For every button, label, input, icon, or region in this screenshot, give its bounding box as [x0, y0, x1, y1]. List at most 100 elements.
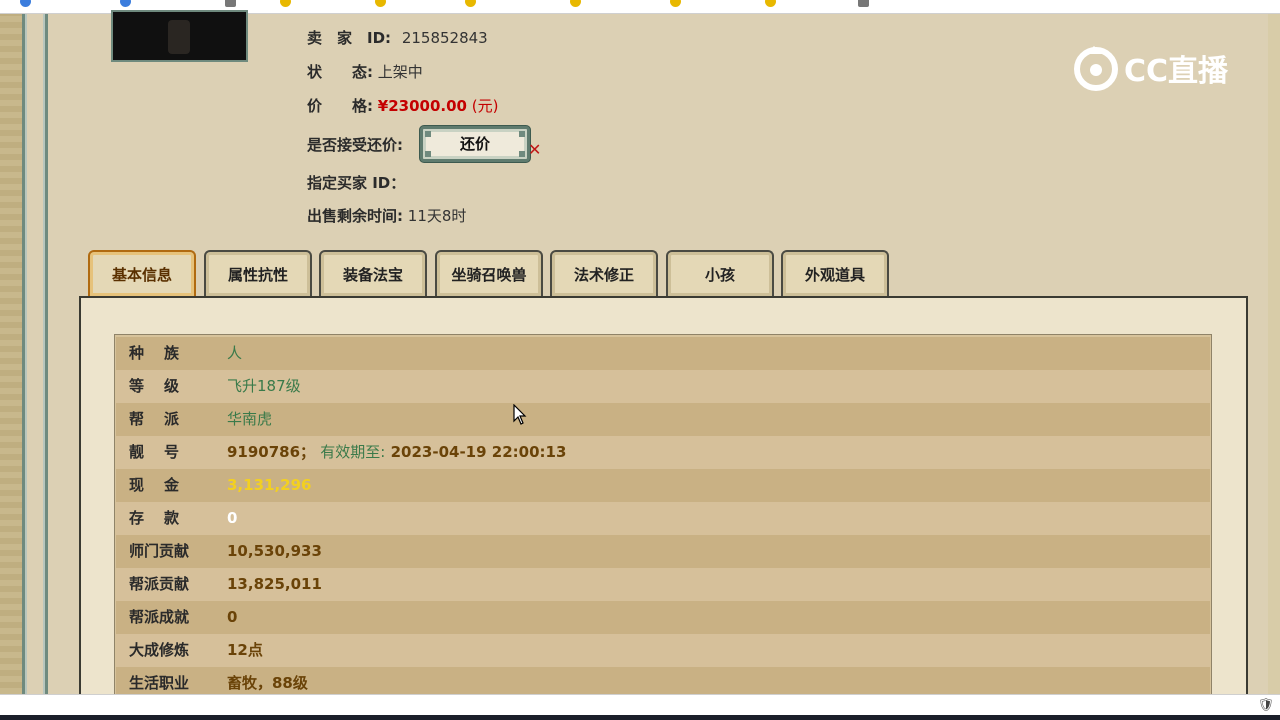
table-row: 帮派 华南虎	[116, 403, 1210, 436]
tab-label: 基本信息	[111, 266, 172, 284]
bottom-status-bar: 🛡	[0, 694, 1280, 720]
row-key: 帮派	[129, 410, 200, 428]
price-label: 价 格:	[307, 97, 373, 115]
left-decorative-border	[22, 14, 48, 694]
shield-icon[interactable]: 🛡	[1257, 698, 1274, 713]
browser-icon	[20, 0, 31, 7]
counter-offer-button[interactable]: 还价	[420, 126, 530, 162]
tab-appearance-items[interactable]: 外观道具	[781, 250, 889, 296]
bookmark-item[interactable]	[570, 0, 585, 8]
bookmark-item[interactable]	[225, 0, 240, 8]
taskbar	[0, 715, 1280, 720]
row-value: 0	[227, 509, 238, 527]
tab-children[interactable]: 小孩	[666, 250, 774, 296]
bookmark-item[interactable]	[858, 0, 873, 8]
price-amount: ¥23000.00	[377, 97, 467, 115]
folder-icon	[670, 0, 681, 7]
bookmark-item[interactable]	[375, 0, 390, 8]
buyer-id-row: 指定买家 ID：	[307, 171, 405, 195]
folder-icon	[570, 0, 581, 7]
table-row: 师门贡献 10,530,933	[116, 535, 1210, 568]
tab-label: 外观道具	[804, 266, 865, 284]
table-row: 种族 人	[116, 337, 1210, 370]
page-icon	[225, 0, 236, 7]
seller-label: 卖 家 ID:	[307, 29, 392, 47]
tab-label: 属性抗性	[227, 266, 288, 284]
status-row: 状 态: 上架中	[307, 60, 423, 84]
row-value-group: 9190786； 有效期至: 2023-04-19 22:00:13	[227, 436, 566, 469]
folder-icon	[280, 0, 291, 7]
expiry-label: 有效期至:	[320, 443, 386, 461]
table-row: 存款 0	[116, 502, 1210, 535]
status-value: 上架中	[377, 63, 423, 81]
table-row: 帮派成就 0	[116, 601, 1210, 634]
tab-attributes[interactable]: 属性抗性	[204, 250, 312, 296]
price-unit: (元)	[471, 97, 499, 115]
buyer-id-label: 指定买家 ID：	[307, 174, 406, 192]
tab-label: 法术修正	[573, 266, 634, 284]
close-icon[interactable]: ✕	[528, 138, 541, 162]
seller-row: 卖 家 ID: 215852843	[307, 26, 488, 50]
price-row: 价 格: ¥23000.00 (元)	[307, 94, 498, 118]
bookmark-item[interactable]	[670, 0, 685, 8]
row-key: 靓号	[129, 443, 200, 461]
button-corner	[519, 151, 525, 157]
bookmark-item[interactable]	[120, 0, 135, 8]
status-label: 状 态:	[307, 63, 373, 81]
tab-basic-info[interactable]: 基本信息	[88, 250, 196, 296]
remaining-row: 出售剩余时间: 11天8时	[307, 204, 466, 228]
character-thumbnail	[111, 10, 248, 62]
row-key: 大成修炼	[129, 641, 190, 659]
row-value: 10,530,933	[227, 542, 322, 560]
table-row: 现金 3,131,296	[116, 469, 1210, 502]
seller-id: 215852843	[401, 29, 488, 47]
remaining-value: 11天8时	[407, 207, 467, 225]
left-decorative-strip	[0, 14, 22, 694]
folder-icon	[375, 0, 386, 7]
tab-spell-correction[interactable]: 法术修正	[550, 250, 658, 296]
row-value: 华南虎	[227, 410, 273, 428]
row-key: 种族	[129, 344, 200, 362]
row-value: 0	[227, 608, 238, 626]
row-key: 帮派贡献	[129, 575, 190, 593]
tab-mounts-pets[interactable]: 坐骑召唤兽	[435, 250, 543, 296]
accept-counter-label: 是否接受还价:	[307, 136, 403, 154]
bookmark-item[interactable]	[280, 0, 295, 8]
button-corner	[519, 131, 525, 137]
row-key: 师门贡献	[129, 542, 190, 560]
bookmark-item[interactable]	[20, 0, 35, 8]
cc-logo-icon: CC直播	[1074, 46, 1229, 91]
row-value: 飞升187级	[227, 377, 301, 395]
remaining-label: 出售剩余时间:	[307, 207, 403, 225]
tab-label: 装备法宝	[342, 266, 403, 284]
row-value: 3,131,296	[227, 476, 312, 494]
row-key: 现金	[129, 476, 200, 494]
basic-info-table: 种族 人 等级 飞升187级 帮派 华南虎 靓号 9190786； 有效期至: …	[114, 334, 1212, 704]
pretty-number: 9190786；	[227, 443, 316, 461]
folder-icon	[765, 0, 776, 7]
row-key: 等级	[129, 377, 200, 395]
watermark-text: CC直播	[1124, 54, 1229, 89]
row-value: 12点	[227, 641, 263, 659]
tab-label: 坐骑召唤兽	[451, 266, 527, 284]
table-row: 靓号 9190786； 有效期至: 2023-04-19 22:00:13	[116, 436, 1210, 469]
bookmark-item[interactable]	[765, 0, 780, 8]
tab-equipment[interactable]: 装备法宝	[319, 250, 427, 296]
bookmark-item[interactable]	[465, 0, 480, 8]
table-row: 帮派贡献 13,825,011	[116, 568, 1210, 601]
cc-live-watermark: CC直播	[1072, 44, 1242, 94]
browser-icon	[120, 0, 131, 7]
tab-label: 小孩	[704, 266, 735, 284]
button-corner	[425, 151, 431, 157]
row-value: 人	[227, 344, 243, 362]
expiry-date: 2023-04-19 22:00:13	[390, 443, 567, 461]
table-row: 大成修炼 12点	[116, 634, 1210, 667]
mouse-cursor-icon	[513, 404, 527, 425]
counter-offer-label: 还价	[459, 135, 490, 153]
row-value: 13,825,011	[227, 575, 322, 593]
page-icon	[858, 0, 869, 7]
table-row: 等级 飞升187级	[116, 370, 1210, 403]
button-corner	[425, 131, 431, 137]
right-decorative-strip	[1268, 14, 1280, 694]
row-key: 帮派成就	[129, 608, 190, 626]
